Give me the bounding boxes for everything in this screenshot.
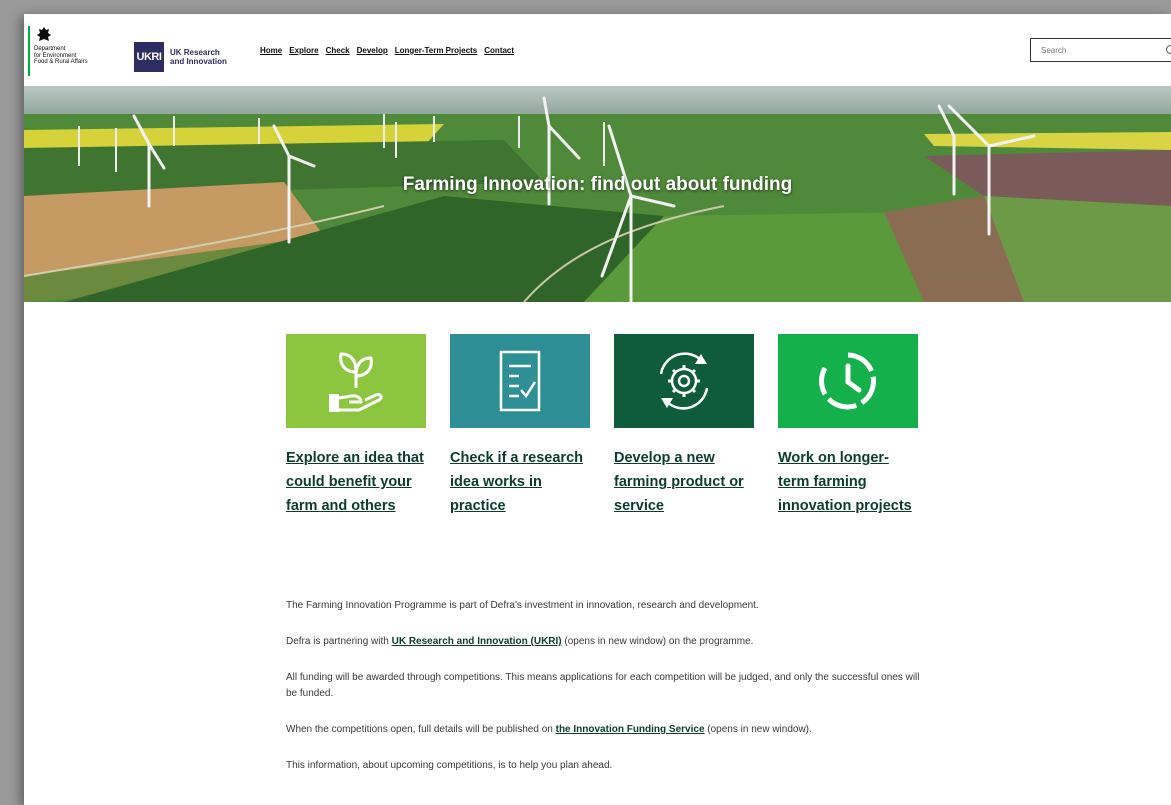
defra-line: for Environment bbox=[34, 52, 77, 59]
clock-icon bbox=[819, 352, 876, 410]
card-tile[interactable] bbox=[778, 334, 918, 428]
info-paragraph: All funding will be awarded through comp… bbox=[286, 672, 920, 699]
page: Department for Environment Food & Rural … bbox=[24, 14, 1171, 805]
nav-longer-term-projects[interactable]: Longer-Term Projects bbox=[395, 46, 478, 55]
nav-contact[interactable]: Contact bbox=[484, 46, 514, 55]
card-explore-link[interactable]: Explore an idea that could benefit your … bbox=[286, 446, 426, 518]
nav-explore[interactable]: Explore bbox=[289, 46, 318, 55]
info-text: Defra is partnering with bbox=[286, 636, 392, 647]
innovation-funding-service-link[interactable]: the Innovation Funding Service bbox=[556, 724, 705, 735]
search-input[interactable] bbox=[1039, 44, 1153, 56]
search-icon[interactable] bbox=[1166, 45, 1171, 54]
ukri-logo[interactable]: UKRI UK Research and Innovation bbox=[134, 42, 227, 72]
nav-develop[interactable]: Develop bbox=[357, 46, 388, 55]
card-tile[interactable] bbox=[450, 334, 590, 428]
info-paragraph: Defra is partnering with UK Research and… bbox=[286, 634, 926, 650]
info-text: (opens in new window). bbox=[704, 724, 812, 735]
plant-in-hand-icon bbox=[329, 352, 383, 412]
main-nav: Home Explore Check Develop Longer-Term P… bbox=[260, 46, 514, 55]
defra-line: Department bbox=[34, 46, 66, 52]
search-box bbox=[1030, 38, 1171, 62]
ukri-line: and Innovation bbox=[170, 57, 227, 66]
card-explore[interactable]: Explore an idea that could benefit your … bbox=[286, 334, 426, 518]
nav-check[interactable]: Check bbox=[326, 46, 350, 55]
defra-line: Food & Rural Affairs bbox=[34, 59, 88, 66]
hero-banner: Farming Innovation: find out about fundi… bbox=[24, 86, 1171, 302]
royal-crest-icon bbox=[37, 27, 51, 41]
nav-home[interactable]: Home bbox=[260, 46, 282, 55]
ukri-line: UK Research bbox=[170, 48, 220, 57]
card-develop-link[interactable]: Develop a new farming product or service bbox=[614, 446, 754, 518]
ukri-link[interactable]: UK Research and Innovation (UKRI) bbox=[392, 636, 562, 647]
info-text: When the competitions open, full details… bbox=[286, 724, 556, 735]
card-develop[interactable]: Develop a new farming product or service bbox=[614, 334, 754, 518]
card-check-link[interactable]: Check if a research idea works in practi… bbox=[450, 446, 590, 518]
card-longer-term-link[interactable]: Work on longer-term farming innovation p… bbox=[778, 446, 918, 518]
card-check[interactable]: Check if a research idea works in practi… bbox=[450, 334, 590, 518]
info-paragraph: When the competitions open, full details… bbox=[286, 722, 926, 738]
defra-logo[interactable]: Department for Environment Food & Rural … bbox=[28, 26, 88, 76]
checklist-icon bbox=[499, 350, 541, 412]
info-text: (opens in new window) on the programme. bbox=[561, 636, 754, 647]
programme-info: The Farming Innovation Programme is part… bbox=[286, 598, 926, 794]
card-longer-term[interactable]: Work on longer-term farming innovation p… bbox=[778, 334, 918, 518]
card-tile[interactable] bbox=[614, 334, 754, 428]
gear-cycle-icon bbox=[659, 352, 709, 410]
info-paragraph: This information, about upcoming competi… bbox=[286, 760, 613, 771]
info-paragraph: The Farming Innovation Programme is part… bbox=[286, 600, 759, 611]
hero-title: Farming Innovation: find out about fundi… bbox=[402, 174, 793, 195]
ukri-logo-mark: UKRI bbox=[134, 42, 164, 72]
card-tile[interactable] bbox=[286, 334, 426, 428]
site-header: Department for Environment Food & Rural … bbox=[24, 14, 1171, 86]
